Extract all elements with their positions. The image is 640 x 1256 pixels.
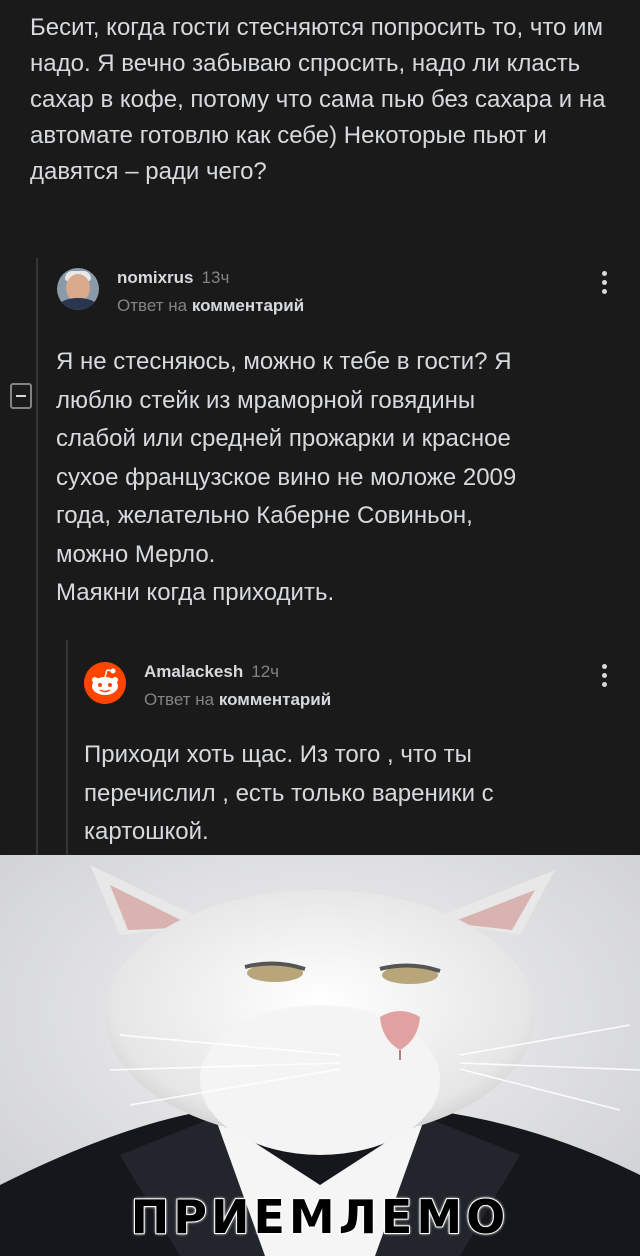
comment-line: Я не стесняюсь, можно к тебе в гости? Я	[56, 348, 512, 375]
parent-comment-text: Бесит, когда гости стесняются попросить …	[30, 14, 606, 185]
thread-line[interactable]	[36, 258, 38, 855]
comment-author[interactable]: Amalackesh 12ч	[144, 662, 279, 682]
collapse-button[interactable]	[10, 383, 32, 409]
reply-target-link[interactable]: комментарий	[192, 296, 304, 315]
timestamp: 12ч	[251, 662, 280, 681]
meme-caption: ПРИЕМЛЕМО	[130, 1189, 510, 1245]
reply1-body: Я не стесняюсь, можно к тебе в гости? Я …	[56, 343, 616, 613]
reddit-snoo-avatar[interactable]	[84, 662, 126, 704]
timestamp: 13ч	[201, 268, 230, 287]
reply-prefix: Ответ на	[144, 690, 215, 709]
comment-line: Маякни когда приходить.	[56, 579, 335, 606]
comment-line: Приходи хоть щас. Из того , что ты	[84, 741, 472, 768]
comment-line: картошкой.	[84, 818, 209, 845]
reply-to-label: Ответ на комментарий	[117, 296, 304, 316]
username[interactable]: Amalackesh	[144, 662, 243, 681]
comment-line: слабой или средней прожарки и красное	[56, 425, 511, 452]
more-options-icon[interactable]	[600, 271, 608, 301]
more-options-icon[interactable]	[600, 664, 608, 694]
reply2-body: Приходи хоть щас. Из того , что ты переч…	[84, 736, 604, 852]
comment-thread: Бесит, когда гости стесняются попросить …	[0, 0, 640, 855]
comment-line: года, желательно Каберне Совиньон,	[56, 502, 473, 529]
reply-target-link[interactable]: комментарий	[219, 690, 331, 709]
reply-to-label: Ответ на комментарий	[144, 690, 331, 710]
avatar[interactable]	[57, 268, 99, 310]
comment-line: можно Мерло.	[56, 540, 216, 568]
thread-line-nested[interactable]	[66, 640, 68, 855]
comment-line: сухое французское вино не моложе 2009	[56, 463, 517, 491]
comment-line: люблю стейк из мраморной говядины	[56, 386, 476, 414]
comment-author[interactable]: nomixrus 13ч	[117, 268, 229, 288]
reply-prefix: Ответ на	[117, 296, 188, 315]
username[interactable]: nomixrus	[117, 268, 194, 287]
meme-image: ПРИЕМЛЕМО	[0, 855, 640, 1256]
comment-line: перечислил , есть только вареники с	[84, 779, 494, 807]
